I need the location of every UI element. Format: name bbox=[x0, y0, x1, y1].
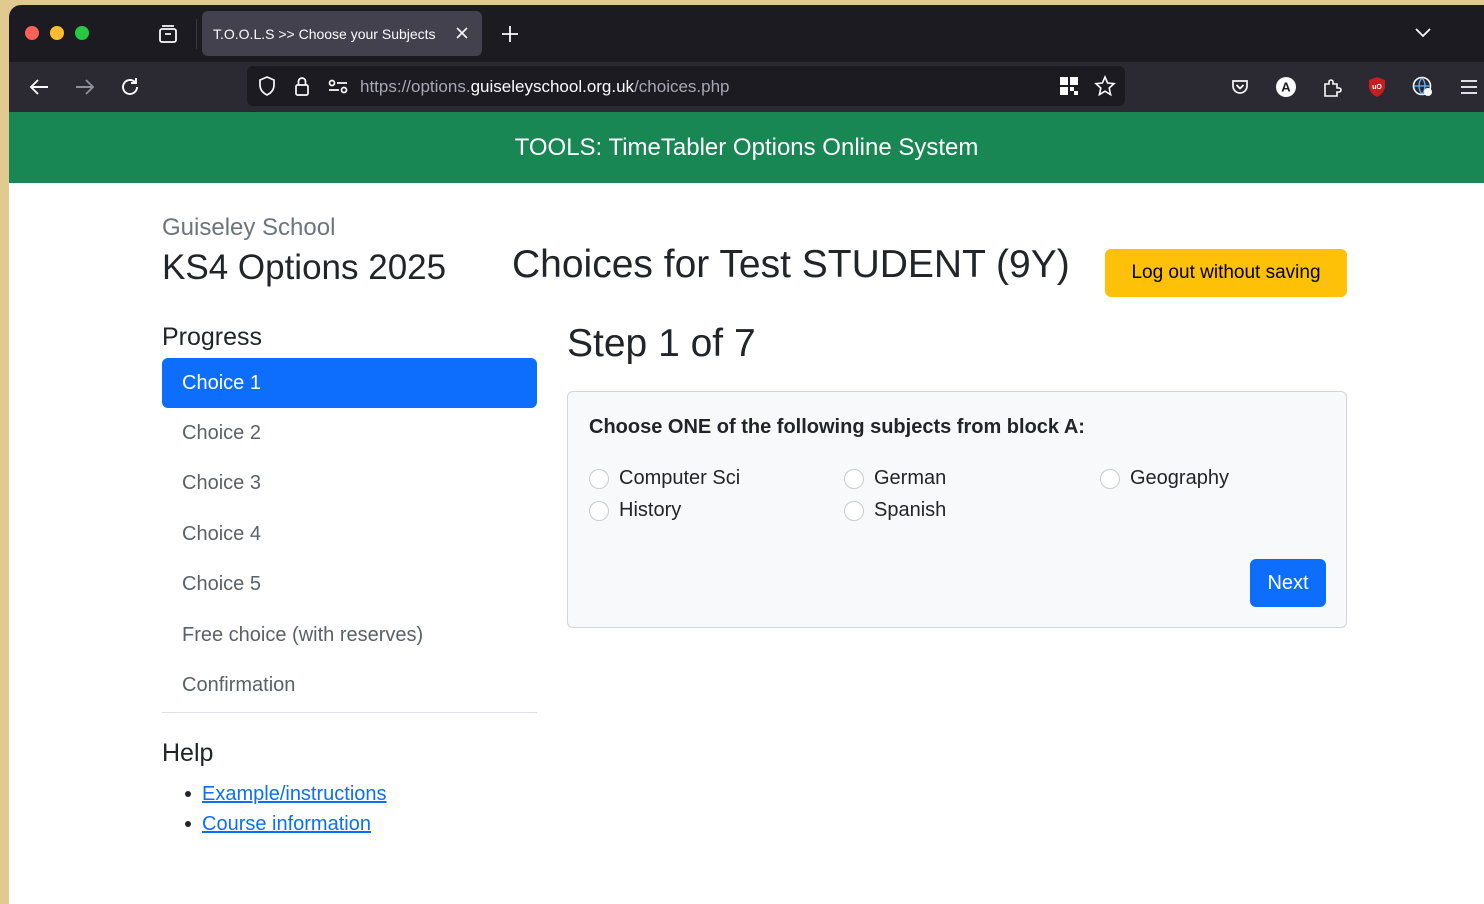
reload-icon[interactable] bbox=[118, 75, 142, 99]
school-name: Guiseley School bbox=[162, 214, 336, 241]
close-window-button[interactable] bbox=[25, 26, 39, 40]
progress-item-choice-1[interactable]: Choice 1 bbox=[162, 358, 537, 408]
option-label: Geography bbox=[1130, 467, 1229, 489]
option-german[interactable]: German bbox=[844, 467, 946, 490]
url-text[interactable]: https://options.guiseleyschool.org.uk/ch… bbox=[360, 77, 730, 97]
help-list-item: Example/instructions bbox=[185, 779, 387, 809]
svg-text:uO: uO bbox=[1372, 84, 1382, 91]
option-label: History bbox=[619, 499, 682, 521]
radio-button[interactable] bbox=[844, 468, 864, 489]
navigation-bar: https://options.guiseleyschool.org.uk/ch… bbox=[9, 62, 1484, 112]
page-content: TOOLS: TimeTabler Options Online System … bbox=[9, 112, 1484, 904]
radio-button[interactable] bbox=[844, 500, 864, 521]
svg-text:A: A bbox=[1281, 80, 1291, 95]
ublock-shield-icon[interactable]: uO bbox=[1365, 75, 1389, 99]
permissions-icon[interactable] bbox=[326, 74, 350, 98]
url-path: /choices.php bbox=[634, 77, 730, 96]
extensions-puzzle-icon[interactable] bbox=[1320, 75, 1344, 99]
progress-item-confirmation[interactable]: Confirmation bbox=[162, 661, 537, 712]
option-label: German bbox=[874, 467, 947, 489]
progress-item-choice-3[interactable]: Choice 3 bbox=[162, 459, 537, 510]
bullet-icon bbox=[185, 791, 191, 797]
url-bar[interactable]: https://options.guiseleyschool.org.uk/ch… bbox=[247, 66, 1125, 106]
tab-title: T.O.O.L.S >> Choose your Subjects bbox=[213, 25, 436, 42]
shield-icon[interactable] bbox=[255, 74, 279, 98]
back-arrow-icon[interactable] bbox=[27, 75, 51, 99]
choice-card: Choose ONE of the following subjects fro… bbox=[567, 391, 1347, 628]
option-label: Spanish bbox=[874, 499, 947, 521]
extension-globe-icon[interactable] bbox=[1411, 75, 1435, 99]
new-tab-icon[interactable] bbox=[498, 22, 522, 46]
progress-list: Choice 1 Choice 2 Choice 3 Choice 4 Choi… bbox=[162, 358, 537, 711]
progress-divider bbox=[162, 712, 537, 713]
browser-window: T.O.O.L.S >> Choose your Subjects https:… bbox=[9, 5, 1484, 904]
help-list-item: Course information bbox=[185, 809, 387, 839]
progress-heading: Progress bbox=[162, 323, 263, 351]
tab-separator bbox=[196, 19, 197, 49]
maximize-window-button[interactable] bbox=[75, 26, 89, 40]
progress-item-choice-2[interactable]: Choice 2 bbox=[162, 408, 537, 459]
url-prefix: https://options. bbox=[360, 77, 471, 96]
close-tab-icon[interactable] bbox=[452, 23, 472, 43]
course-information-link[interactable]: Course information bbox=[202, 813, 371, 836]
option-spanish[interactable]: Spanish bbox=[844, 499, 946, 522]
account-avatar-icon[interactable]: A bbox=[1274, 75, 1298, 99]
logout-without-saving-button[interactable]: Log out without saving bbox=[1105, 249, 1347, 297]
next-button[interactable]: Next bbox=[1250, 559, 1326, 607]
radio-button[interactable] bbox=[589, 468, 609, 489]
example-instructions-link[interactable]: Example/instructions bbox=[202, 783, 387, 806]
option-computer-sci[interactable]: Computer Sci bbox=[589, 467, 740, 490]
qr-code-icon[interactable] bbox=[1057, 74, 1081, 98]
progress-item-choice-4[interactable]: Choice 4 bbox=[162, 509, 537, 560]
help-heading: Help bbox=[162, 739, 214, 767]
progress-item-free-choice[interactable]: Free choice (with reserves) bbox=[162, 610, 537, 661]
pocket-icon[interactable] bbox=[1228, 75, 1252, 99]
minimize-window-button[interactable] bbox=[50, 26, 64, 40]
choice-prompt: Choose ONE of the following subjects fro… bbox=[589, 416, 1085, 438]
radio-button[interactable] bbox=[589, 500, 609, 521]
option-label: Computer Sci bbox=[619, 467, 741, 489]
bullet-icon bbox=[185, 821, 191, 827]
progress-item-choice-5[interactable]: Choice 5 bbox=[162, 560, 537, 611]
tab-strip: T.O.O.L.S >> Choose your Subjects bbox=[9, 5, 1484, 62]
radio-button[interactable] bbox=[1100, 468, 1120, 489]
banner-title: TOOLS: TimeTabler Options Online System bbox=[514, 133, 979, 161]
url-host: guiseleyschool.org.uk bbox=[470, 77, 635, 96]
chevron-down-icon[interactable] bbox=[1411, 21, 1435, 45]
site-banner: TOOLS: TimeTabler Options Online System bbox=[9, 112, 1484, 183]
hamburger-menu-icon[interactable] bbox=[1457, 75, 1481, 99]
help-list: Example/instructions Course information bbox=[185, 779, 387, 839]
option-history[interactable]: History bbox=[589, 499, 681, 522]
page-title: Choices for Test STUDENT (9Y) bbox=[512, 243, 1070, 286]
lock-icon[interactable] bbox=[290, 74, 314, 98]
tab-active[interactable]: T.O.O.L.S >> Choose your Subjects bbox=[202, 11, 482, 56]
options-title: KS4 Options 2025 bbox=[162, 248, 447, 287]
option-geography[interactable]: Geography bbox=[1100, 467, 1229, 490]
forward-arrow-icon[interactable] bbox=[73, 75, 97, 99]
step-title: Step 1 of 7 bbox=[567, 322, 756, 365]
bookmark-star-icon[interactable] bbox=[1093, 74, 1117, 98]
tab-list-icon[interactable] bbox=[155, 21, 181, 47]
